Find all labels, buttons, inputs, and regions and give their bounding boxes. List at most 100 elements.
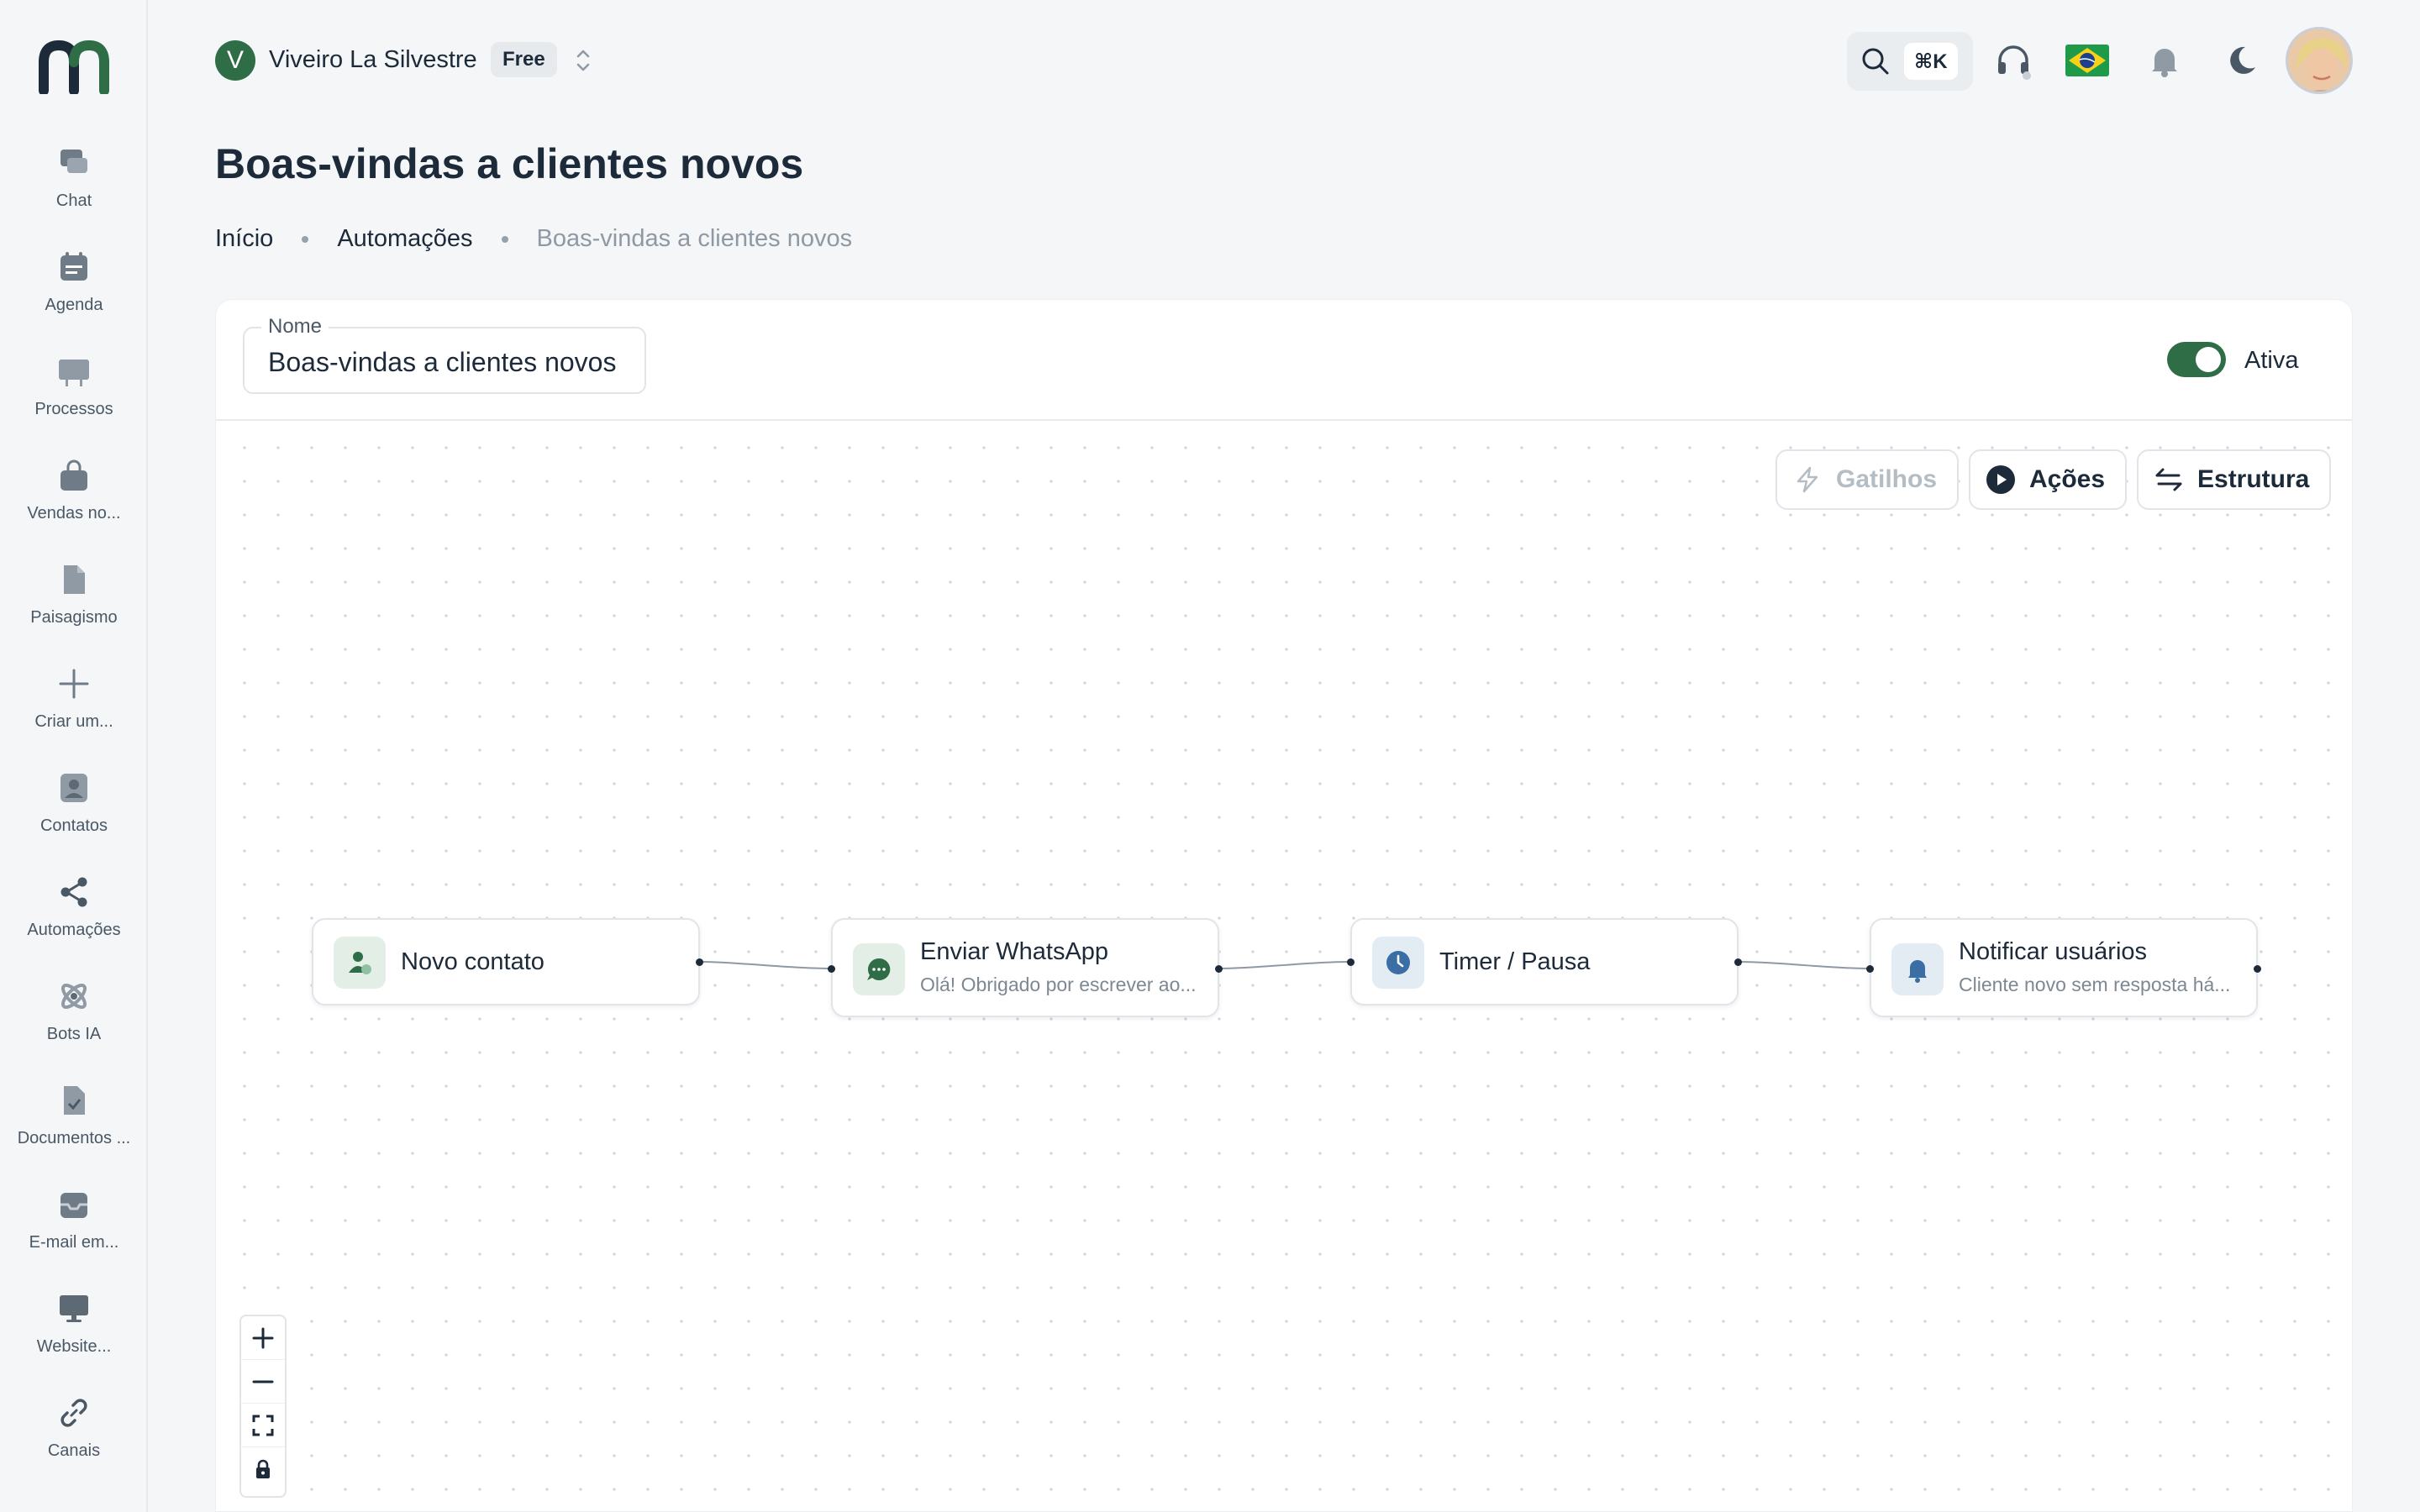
node-output-port[interactable] bbox=[1215, 965, 1223, 973]
user-photo-icon bbox=[2288, 29, 2350, 92]
search-button[interactable]: ⌘K bbox=[1847, 32, 1973, 91]
sidebar-item-website[interactable]: Website... bbox=[0, 1290, 148, 1383]
node-input-port[interactable] bbox=[1347, 958, 1355, 966]
flow-node-notify[interactable]: Notificar usuários Cliente novo sem resp… bbox=[1866, 918, 2261, 1017]
connector-2-3 bbox=[1218, 961, 1349, 969]
page-title: Boas-vindas a clientes novos bbox=[215, 140, 804, 187]
name-field-label: Nome bbox=[261, 315, 329, 339]
sidebar-item-label: Contatos bbox=[39, 816, 108, 835]
flow-node-title: Enviar WhatsApp bbox=[920, 938, 1109, 965]
calendar-icon bbox=[55, 249, 92, 286]
contact-icon bbox=[55, 769, 92, 806]
sidebar-item-paisagismo[interactable]: Paisagismo bbox=[0, 561, 148, 654]
sidebar-item-label: Vendas no... bbox=[27, 504, 121, 522]
sidebar-item-label: E-mail em... bbox=[29, 1233, 119, 1252]
automation-settings-bar: Nome Boas-vindas a clientes novos Ativa bbox=[216, 300, 2352, 421]
sidebar-item-criar[interactable]: Criar um... bbox=[0, 665, 148, 758]
plan-badge: Free bbox=[491, 42, 557, 77]
sidebar-item-email[interactable]: E-mail em... bbox=[0, 1186, 148, 1278]
flow-node-whatsapp[interactable]: Enviar WhatsApp Olá! Obrigado por escrev… bbox=[828, 918, 1223, 1017]
share-nodes-icon bbox=[55, 874, 92, 911]
node-output-port[interactable] bbox=[1734, 958, 1742, 966]
inbox-icon bbox=[55, 1186, 92, 1223]
node-input-port[interactable] bbox=[828, 965, 835, 973]
sidebar-item-documentos[interactable]: Documentos ... bbox=[0, 1082, 148, 1174]
sidebar-item-vendas[interactable]: Vendas no... bbox=[0, 457, 148, 549]
sidebar-item-label: Processos bbox=[34, 400, 113, 418]
automation-editor-card: Nome Boas-vindas a clientes novos Ativa … bbox=[215, 299, 2353, 1512]
chevron-up-down-icon[interactable] bbox=[571, 45, 595, 76]
sidebar: Chat Agenda Processos Vendas no... Paisa… bbox=[0, 0, 148, 1512]
fit-view-button[interactable] bbox=[241, 1404, 285, 1447]
language-button[interactable] bbox=[2065, 39, 2109, 82]
sidebar-item-label: Canais bbox=[47, 1441, 101, 1460]
monitor-icon bbox=[55, 1290, 92, 1327]
moon-icon bbox=[2230, 46, 2255, 74]
contact-add-icon bbox=[334, 937, 386, 989]
link-icon bbox=[55, 1394, 92, 1431]
headset-icon bbox=[1998, 45, 2031, 80]
workspace-avatar[interactable]: V bbox=[215, 40, 255, 81]
zoom-in-button[interactable] bbox=[241, 1316, 285, 1360]
sidebar-item-label: Agenda bbox=[45, 296, 103, 314]
lock-button[interactable] bbox=[241, 1447, 285, 1491]
flow-node-title: Notificar usuários bbox=[1959, 938, 2148, 965]
fullscreen-icon bbox=[252, 1415, 274, 1436]
node-output-port[interactable] bbox=[696, 958, 703, 966]
zoom-out-button[interactable] bbox=[241, 1360, 285, 1404]
brazil-flag-icon bbox=[2065, 45, 2109, 76]
breadcrumb-link-automacoes[interactable]: Automações bbox=[337, 225, 472, 253]
sidebar-item-processos[interactable]: Processos bbox=[0, 353, 148, 445]
toggle-knob bbox=[2196, 347, 2221, 372]
connector-3-4 bbox=[1738, 961, 1869, 969]
name-field[interactable]: Nome Boas-vindas a clientes novos bbox=[243, 315, 646, 394]
sidebar-item-label: Chat bbox=[55, 192, 92, 210]
minus-icon bbox=[252, 1380, 274, 1383]
breadcrumb-current: Boas-vindas a clientes novos bbox=[536, 225, 853, 252]
sidebar-item-canais[interactable]: Canais bbox=[0, 1394, 148, 1487]
lock-icon bbox=[256, 1459, 270, 1478]
bell-icon bbox=[1891, 943, 1944, 995]
app-logo[interactable] bbox=[39, 40, 109, 94]
document-icon bbox=[55, 561, 92, 598]
workspace-name[interactable]: Viveiro La Silvestre bbox=[269, 46, 477, 74]
flow-node-subtitle: Olá! Obrigado por escrever ao... bbox=[920, 974, 1197, 995]
search-icon bbox=[1862, 48, 1889, 75]
connector-1-2 bbox=[699, 961, 830, 969]
flow-node-trigger[interactable]: Novo contato bbox=[312, 918, 703, 1005]
plus-icon bbox=[252, 1327, 274, 1348]
breadcrumb: Início Automações Boas-vindas a clientes… bbox=[215, 225, 852, 253]
sidebar-item-chat[interactable]: Chat bbox=[0, 144, 148, 237]
breadcrumb-separator bbox=[302, 235, 309, 243]
bell-icon bbox=[2152, 49, 2177, 77]
clock-icon bbox=[1372, 937, 1424, 989]
node-input-port[interactable] bbox=[1866, 965, 1874, 973]
flow-node-title: Novo contato bbox=[401, 948, 544, 975]
active-toggle[interactable] bbox=[2167, 342, 2226, 377]
sidebar-item-label: Paisagismo bbox=[30, 608, 118, 627]
search-shortcut: ⌘K bbox=[1904, 43, 1958, 80]
sidebar-item-label: Documentos ... bbox=[17, 1129, 131, 1147]
sidebar-item-automacoes[interactable]: Automações bbox=[0, 874, 148, 966]
user-avatar[interactable] bbox=[2286, 27, 2353, 94]
flow-node-timer[interactable]: Timer / Pausa bbox=[1347, 918, 1742, 1005]
sidebar-item-contatos[interactable]: Contatos bbox=[0, 769, 148, 862]
chat-bubble-icon bbox=[853, 943, 905, 995]
shopping-bag-icon bbox=[55, 457, 92, 494]
sidebar-item-bots-ia[interactable]: Bots IA bbox=[0, 978, 148, 1070]
node-output-port[interactable] bbox=[2254, 965, 2261, 973]
flow-canvas[interactable]: Gatilhos Ações Estrutura Novo contato En… bbox=[216, 423, 2352, 1511]
flow-node-title: Timer / Pausa bbox=[1439, 948, 1591, 975]
chat-icon bbox=[55, 144, 92, 181]
zoom-controls bbox=[239, 1315, 287, 1498]
name-input[interactable]: Boas-vindas a clientes novos bbox=[268, 347, 616, 378]
active-toggle-label: Ativa bbox=[2244, 347, 2299, 374]
sidebar-item-label: Criar um... bbox=[34, 712, 113, 731]
theme-toggle-button[interactable] bbox=[2220, 39, 2264, 82]
breadcrumb-link-inicio[interactable]: Início bbox=[215, 225, 273, 253]
file-check-icon bbox=[55, 1082, 92, 1119]
sidebar-item-label: Bots IA bbox=[46, 1025, 102, 1043]
notifications-button[interactable] bbox=[2143, 39, 2186, 82]
sidebar-item-agenda[interactable]: Agenda bbox=[0, 249, 148, 341]
support-button[interactable] bbox=[1991, 39, 2035, 82]
